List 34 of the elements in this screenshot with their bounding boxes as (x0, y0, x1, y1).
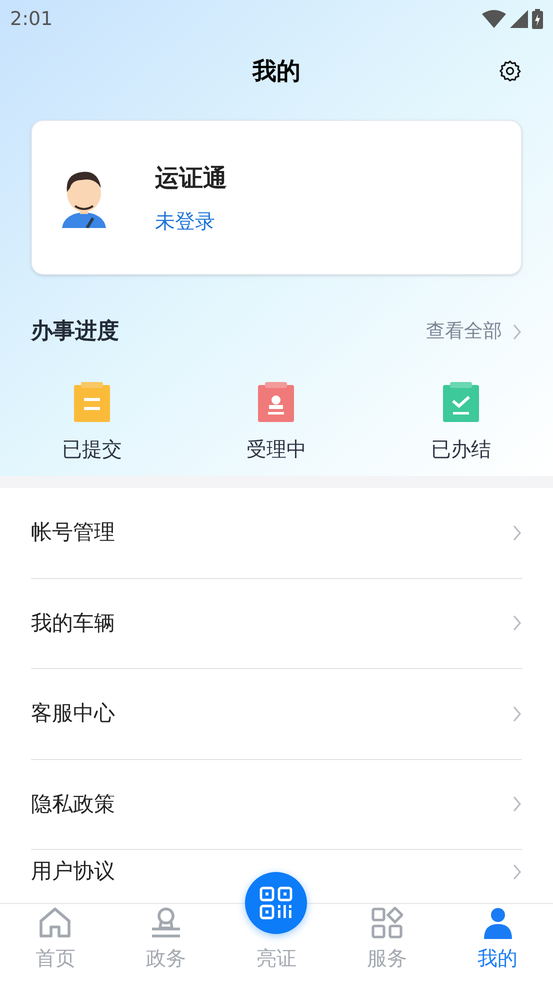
signal-icon (510, 10, 528, 28)
progress-label[interactable]: 已提交 (62, 434, 122, 464)
apps-icon (371, 907, 404, 939)
chevron-right-icon (512, 704, 522, 723)
clipboard-check-icon (442, 382, 479, 422)
login-status[interactable]: 未登录 (155, 206, 227, 236)
wifi-icon (482, 10, 506, 28)
qr-code-icon (259, 886, 293, 920)
chevron-right-icon (512, 524, 522, 542)
menu-item[interactable]: 我的车辆 (31, 608, 115, 639)
settings-icon[interactable] (499, 60, 521, 82)
clipboard-stamp-icon (258, 382, 294, 422)
status-time: 2:01 (10, 6, 53, 32)
menu-item[interactable]: 用户协议 (31, 856, 115, 888)
tab[interactable]: 我的 (442, 904, 553, 983)
progress-label[interactable]: 已办结 (430, 434, 491, 464)
menu-item[interactable]: 客服中心 (31, 698, 115, 730)
section-title: 办事进度 (31, 318, 119, 346)
menu-item[interactable]: 帐号管理 (31, 517, 115, 548)
profile-name: 运证通 (155, 162, 227, 194)
page-title: 我的 (252, 56, 300, 87)
chevron-right-icon (512, 614, 522, 632)
scan-button[interactable] (245, 872, 307, 934)
chevron-right-icon (512, 322, 522, 340)
clipboard-list-icon (74, 382, 110, 422)
view-all-link[interactable]: 查看全部 (426, 317, 522, 346)
home-icon (38, 907, 72, 939)
chevron-right-icon (512, 862, 522, 880)
profile-card[interactable]: 运证通 未登录 (31, 120, 522, 275)
menu-item[interactable]: 隐私政策 (31, 788, 115, 820)
battery-icon (532, 9, 543, 29)
person-icon (482, 907, 514, 939)
chevron-right-icon (512, 795, 522, 814)
progress-label[interactable]: 受理中 (246, 434, 306, 464)
